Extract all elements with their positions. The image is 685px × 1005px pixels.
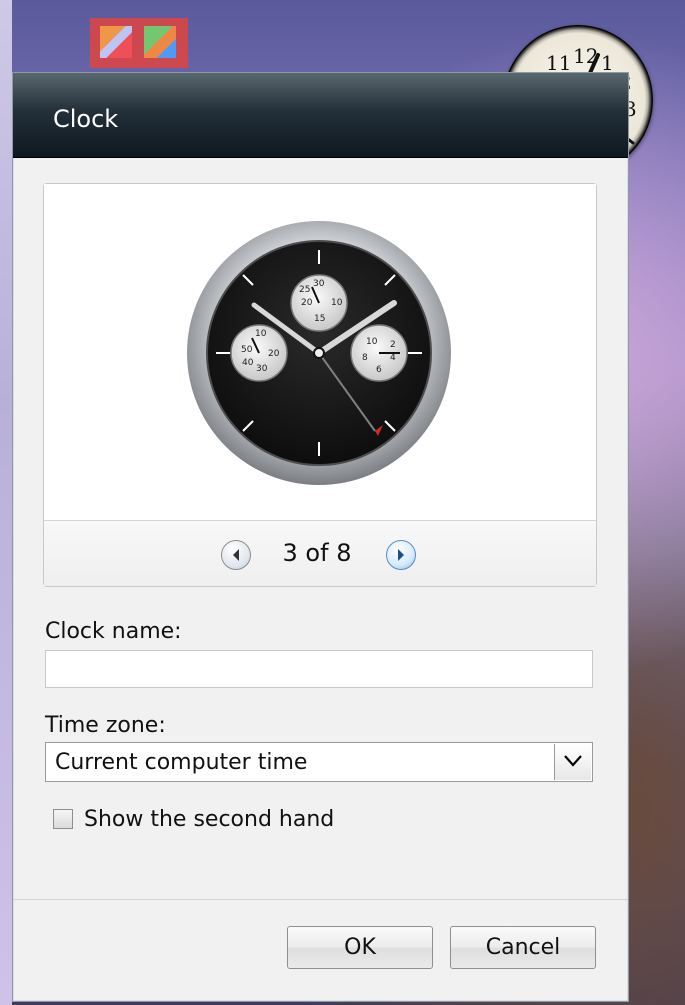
subdial-number: 15 <box>314 314 325 324</box>
preview-center-cap <box>313 347 325 359</box>
clock-page-indicator: 3 of 8 <box>282 539 352 567</box>
show-second-hand-label[interactable]: Show the second hand <box>84 807 334 832</box>
subdial-number: 50 <box>241 345 253 355</box>
clock-preview-area: 30 10 20 15 25 50 10 20 30 40 2 4 6 8 10 <box>44 184 596 521</box>
cancel-button[interactable]: Cancel <box>450 926 596 969</box>
footer-divider <box>13 899 628 900</box>
right-subdial: 2 4 6 8 10 <box>350 324 408 382</box>
subdial-number: 25 <box>299 285 310 295</box>
clock-preview-panel: 30 10 20 15 25 50 10 20 30 40 2 4 6 8 10… <box>43 183 597 587</box>
subdial-number: 4 <box>390 353 396 363</box>
preview-navigation: 3 of 8 <box>44 521 596 586</box>
title-bar: Clock <box>13 73 628 158</box>
previous-clock-button[interactable] <box>221 540 251 570</box>
next-clock-button[interactable] <box>386 540 416 570</box>
chevron-right-icon <box>398 549 404 561</box>
time-zone-selected-value: Current computer time <box>55 750 308 775</box>
chronograph-clock-preview: 30 10 20 15 25 50 10 20 30 40 2 4 6 8 10 <box>187 221 451 485</box>
subdial-number: 40 <box>242 358 254 368</box>
dialog-title: Clock <box>53 105 119 133</box>
desktop-top-icons <box>90 18 188 68</box>
subdial-number: 10 <box>331 298 343 308</box>
subdial-number: 8 <box>362 353 368 363</box>
chevron-down-icon <box>564 755 582 767</box>
ok-button[interactable]: OK <box>287 926 433 969</box>
subdial-number: 30 <box>256 364 268 374</box>
clock-settings-dialog: Clock 30 10 20 15 25 50 10 20 30 40 2 4 … <box>12 72 629 1002</box>
show-second-hand-checkbox[interactable] <box>53 809 73 829</box>
subdial-number: 6 <box>376 365 382 375</box>
top-subdial: 30 10 20 15 25 <box>290 274 348 332</box>
left-subdial: 50 10 20 30 40 <box>230 324 288 382</box>
clock-name-input[interactable] <box>45 650 593 688</box>
subdial-number: 10 <box>255 329 267 339</box>
subdial-number: 20 <box>301 298 313 308</box>
chevron-left-icon <box>233 549 239 561</box>
subdial-number: 10 <box>366 337 378 347</box>
time-zone-label: Time zone: <box>45 713 166 738</box>
time-zone-dropdown-button[interactable] <box>554 744 591 780</box>
desktop-icon <box>100 26 132 58</box>
desktop-icon <box>144 26 176 58</box>
time-zone-dropdown[interactable]: Current computer time <box>45 742 593 782</box>
subdial-number: 2 <box>390 340 396 350</box>
subdial-number: 30 <box>313 279 325 289</box>
clock-name-label: Clock name: <box>45 619 182 644</box>
desktop-left-edge <box>0 0 12 1005</box>
subdial-number: 20 <box>268 349 280 359</box>
